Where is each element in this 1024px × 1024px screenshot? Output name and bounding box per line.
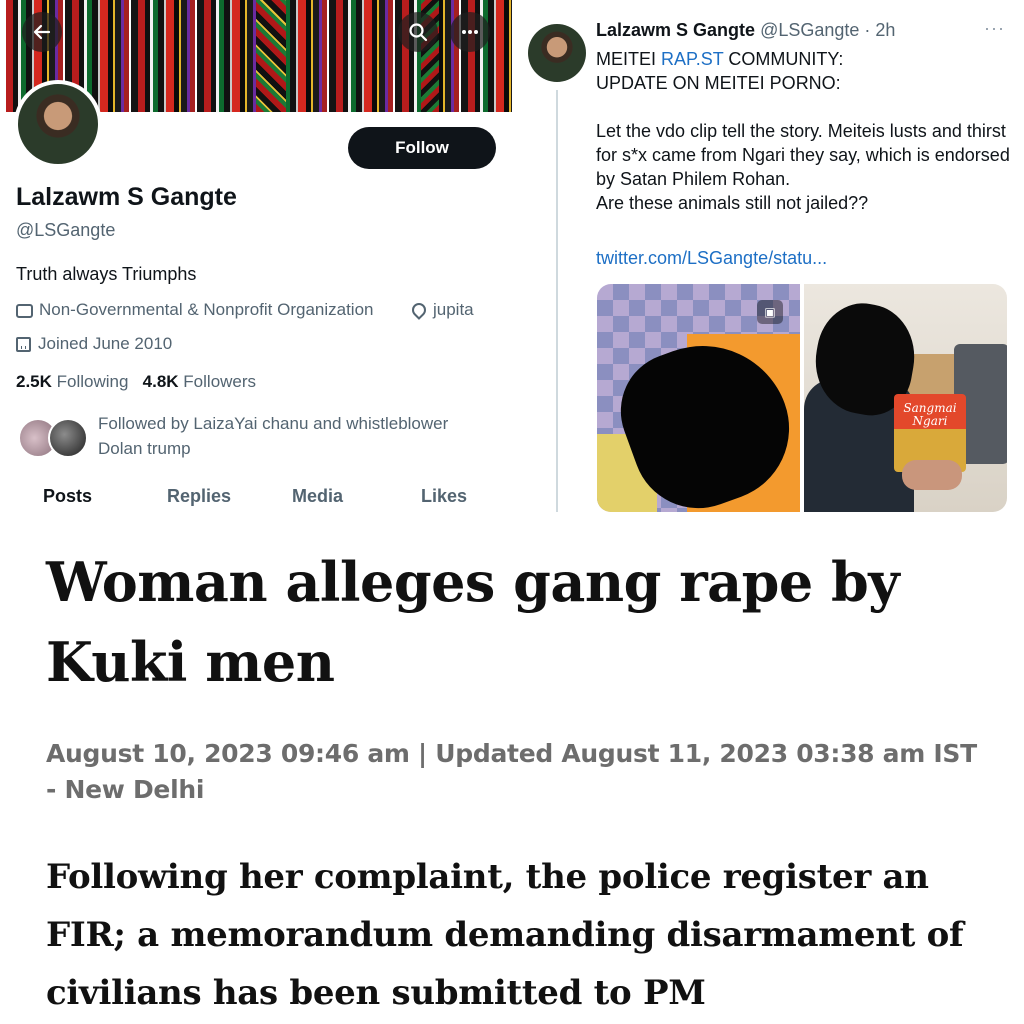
tweet-text: MEITEI RAP.ST COMMUNITY: UPDATE ON MEITE… [596, 47, 1016, 215]
tweet-author-name[interactable]: Lalzawm S Gangte [596, 20, 755, 40]
follow-stats: 2.5K Following 4.8K Followers [16, 372, 256, 392]
tweet-media-image[interactable]: Sangmai Ngari [804, 284, 1007, 512]
followers-label: Followers [183, 372, 257, 391]
tweet-text-segment: MEITEI [596, 49, 662, 69]
follow-button[interactable]: Follow [348, 127, 496, 169]
followed-by-avatars[interactable] [18, 418, 90, 458]
more-button[interactable] [450, 12, 490, 52]
tweet-text-segment: COMMUNITY: [723, 49, 844, 69]
tweet-more-icon[interactable]: ··· [984, 18, 1005, 39]
profile-category: Non-Governmental & Nonprofit Organizatio… [16, 300, 374, 320]
tab-media[interactable]: Media [292, 486, 343, 507]
profile-avatar[interactable] [14, 80, 102, 168]
banner-pattern [256, 0, 286, 112]
joined-label: Joined June 2010 [38, 334, 173, 353]
followed-by-text[interactable]: Followed by LaizaYai chanu and whistlebl… [98, 411, 478, 461]
back-arrow-icon [33, 24, 51, 40]
tweet-header: Lalzawm S Gangte @LSGangte · 2h [596, 20, 895, 41]
profile-bio: Truth always Triumphs [16, 264, 197, 284]
article-headline: Woman alleges gang rape by Kuki men [46, 550, 900, 694]
following-label: Following [56, 372, 129, 391]
profile-display-name: Lalzawm S Gangte [16, 183, 237, 211]
back-button[interactable] [22, 12, 62, 52]
profile-location: jupita [409, 300, 474, 320]
article-subheadline: Following her complaint, the police regi… [46, 857, 964, 1013]
briefcase-icon [16, 304, 33, 318]
followers-count: 4.8K [142, 372, 179, 391]
tweet-media-image[interactable]: ▣ [597, 284, 800, 512]
gif-badge-icon: ▣ [757, 300, 783, 324]
profile-handle: @LSGangte [16, 220, 116, 240]
calendar-icon [16, 336, 31, 352]
following-link[interactable]: 2.5K Following [16, 372, 128, 391]
followers-link[interactable]: 4.8K Followers [143, 372, 256, 391]
image-region [902, 460, 962, 490]
tweet-author-avatar[interactable] [528, 24, 586, 82]
tab-replies[interactable]: Replies [167, 486, 231, 507]
profile-panel: Follow Lalzawm S Gangte @LSGangte Truth … [0, 0, 512, 512]
following-count: 2.5K [16, 372, 52, 391]
tweet-author-handle[interactable]: @LSGangte · 2h [760, 20, 895, 40]
tweet-card: Lalzawm S Gangte @LSGangte · 2h ··· MEIT… [512, 0, 1024, 512]
pack-text: Ngari [912, 414, 948, 428]
article-dateline: August 10, 2023 09:46 am | Updated Augus… [46, 739, 977, 804]
hashtag-link[interactable]: RAP.ST [661, 49, 723, 69]
tweet-line: UPDATE ON MEITEI PORNO: [596, 73, 841, 93]
tweet-question: Are these animals still not jailed?? [596, 193, 869, 213]
tweet-url-link[interactable]: twitter.com/LSGangte/statu... [596, 248, 827, 269]
pack-text: Sangmai [903, 401, 957, 415]
location-label: jupita [433, 300, 474, 319]
search-icon [409, 23, 428, 42]
tab-posts[interactable]: Posts [43, 486, 92, 507]
profile-joined: Joined June 2010 [16, 334, 172, 354]
profile-tabs: Posts Replies Media Likes [0, 476, 512, 512]
more-icon [462, 30, 478, 34]
category-label: Non-Governmental & Nonprofit Organizatio… [39, 300, 374, 319]
tweet-body: Let the vdo clip tell the story. Meiteis… [596, 121, 1010, 189]
search-button[interactable] [398, 12, 438, 52]
location-pin-icon [409, 300, 429, 320]
tweet-line: MEITEI RAP.ST COMMUNITY: [596, 47, 1016, 71]
news-article: Woman alleges gang rape by Kuki men Augu… [0, 512, 1024, 1024]
tab-likes[interactable]: Likes [421, 486, 467, 507]
avatar [48, 418, 88, 458]
